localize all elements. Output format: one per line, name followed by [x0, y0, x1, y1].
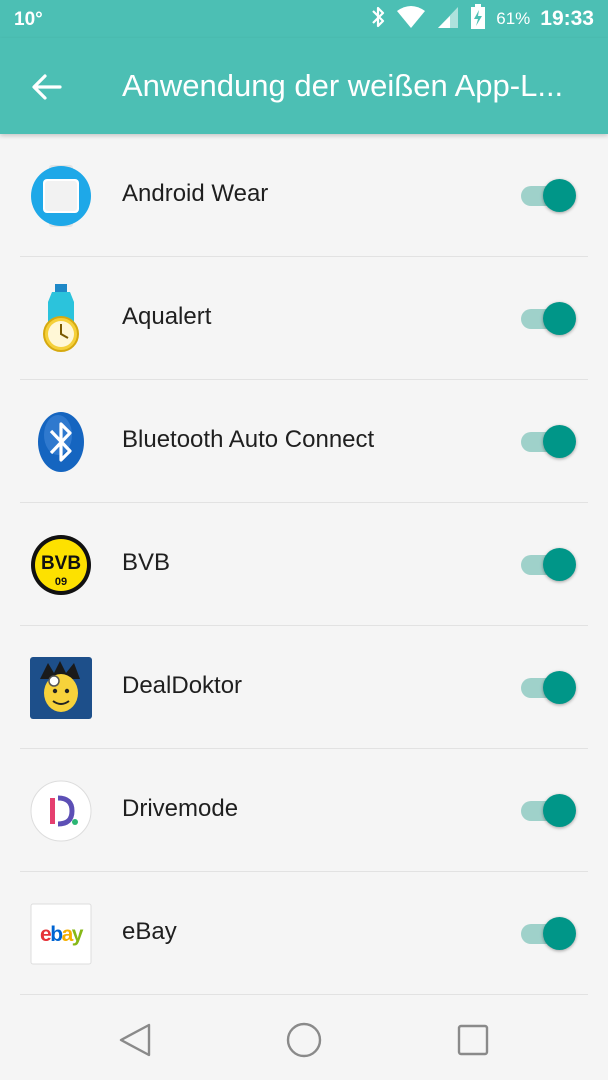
- nav-back-button[interactable]: [116, 1020, 156, 1060]
- list-item-aqualert[interactable]: Aqualert: [0, 257, 608, 380]
- dealdoktor-icon: [30, 657, 92, 719]
- bvb-icon: BVB 09: [30, 534, 92, 596]
- battery-charging-icon: [470, 3, 486, 35]
- bluetooth-auto-connect-icon: [30, 411, 92, 473]
- home-circle-icon: [286, 1022, 322, 1058]
- list-item-bvb[interactable]: BVB 09 BVB: [0, 503, 608, 626]
- nav-home-button[interactable]: [284, 1020, 324, 1060]
- list-item-android-wear[interactable]: Android Wear: [0, 134, 608, 257]
- drivemode-icon: [30, 780, 92, 842]
- enable-toggle[interactable]: [519, 670, 577, 706]
- battery-percentage: 61%: [496, 9, 531, 28]
- bluetooth-icon: [370, 5, 386, 34]
- enable-toggle[interactable]: [519, 793, 577, 829]
- ebay-icon: ebay: [30, 903, 92, 965]
- page-title: Anwendung der weißen App-L...: [122, 68, 564, 103]
- app-label: DealDoktor: [122, 672, 243, 699]
- app-list: Android Wear Aqualert Bluetooth Auto Con…: [0, 134, 608, 995]
- android-wear-icon: [30, 165, 92, 227]
- app-label: Android Wear: [122, 180, 269, 207]
- svg-text:ebay: ebay: [40, 923, 84, 946]
- list-item-drivemode[interactable]: Drivemode: [0, 749, 608, 872]
- app-label: BVB: [122, 549, 171, 576]
- enable-toggle[interactable]: [519, 547, 577, 583]
- enable-toggle[interactable]: [519, 301, 577, 337]
- bvb-logo-year: 09: [55, 576, 67, 588]
- back-triangle-icon: [119, 1023, 151, 1057]
- enable-toggle[interactable]: [519, 424, 577, 460]
- app-bar: Anwendung der weißen App-L...: [0, 38, 608, 134]
- app-label: Drivemode: [122, 795, 239, 822]
- recents-square-icon: [457, 1024, 489, 1056]
- nav-recents-button[interactable]: [453, 1020, 493, 1060]
- list-item-dealdoktor[interactable]: DealDoktor: [0, 626, 608, 749]
- navigation-bar: [0, 998, 608, 1080]
- ebay-letter-b: b: [50, 923, 62, 946]
- back-button[interactable]: [28, 68, 66, 106]
- app-label: eBay: [122, 918, 177, 945]
- cell-signal-icon: [436, 5, 460, 34]
- temperature-text: 10°: [14, 9, 43, 30]
- bvb-logo-text: BVB: [41, 553, 81, 574]
- arrow-left-icon: [32, 74, 62, 100]
- list-item-bluetooth-auto-connect[interactable]: Bluetooth Auto Connect: [0, 380, 608, 503]
- enable-toggle[interactable]: [519, 916, 577, 952]
- clock: 19:33: [540, 7, 594, 30]
- enable-toggle[interactable]: [519, 178, 577, 214]
- aqualert-icon: [30, 284, 92, 352]
- status-bar: 10° 61% 19:33: [0, 0, 608, 38]
- app-label: Bluetooth Auto Connect: [122, 426, 375, 453]
- divider: [20, 994, 588, 995]
- app-label: Aqualert: [122, 303, 212, 330]
- list-item-ebay[interactable]: ebay eBay: [0, 872, 608, 995]
- wifi-icon: [396, 5, 426, 34]
